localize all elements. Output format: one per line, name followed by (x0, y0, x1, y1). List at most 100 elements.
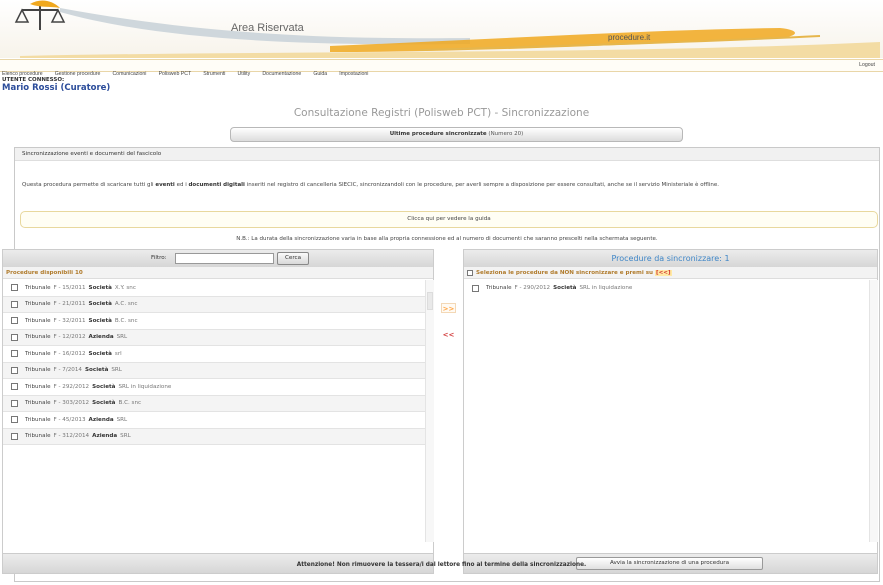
item-number: F - 16/2012 (53, 350, 86, 357)
section-header: Sincronizzazione eventi e documenti del … (15, 148, 879, 161)
warning-text: Attenzione! Non rimuovere la tessera/i d… (296, 562, 587, 568)
item-number: F - 312/2014 (53, 433, 90, 440)
list-item[interactable]: Tribunale F - 32/2011 Società B.C. snc (3, 313, 425, 330)
available-procedures-header: Procedure disponibili 10 (3, 267, 433, 279)
description-text: Questa procedura permette di scaricare t… (22, 182, 156, 188)
checkbox[interactable] (11, 432, 18, 440)
list-item[interactable]: Tribunale F - 312/2014 Azienda SRL (3, 428, 425, 445)
search-button[interactable]: Cerca (277, 252, 309, 265)
item-kind: Azienda (88, 334, 114, 341)
scales-logo-icon (14, 0, 66, 30)
item-kind: Società (88, 284, 112, 291)
item-number: F - 32/2011 (53, 317, 86, 324)
item-kind: Società (553, 285, 577, 292)
checkbox[interactable] (11, 366, 18, 374)
menu-item-documentazione[interactable]: Documentazione (262, 71, 301, 77)
description-eventi: eventi (155, 182, 175, 188)
menu-item-strumenti[interactable]: Strumenti (203, 71, 225, 77)
item-tribunal: Tribunale (25, 334, 51, 341)
item-number: F - 290/2012 (514, 285, 551, 292)
checkbox[interactable] (11, 300, 18, 308)
item-tribunal: Tribunale (25, 400, 51, 407)
select-all-row[interactable]: Seleziona le procedure da NON sincronizz… (464, 267, 877, 279)
last-synced-label: Ultime procedure sincronizzate (389, 131, 487, 137)
list-item[interactable]: Tribunale F - 290/2012 Società SRL in liqui… (464, 280, 869, 297)
description-text: inseriti nel registro di cancelleria SIE… (244, 182, 720, 188)
item-number: F - 15/2011 (53, 284, 86, 291)
checkbox[interactable] (11, 416, 18, 424)
selected-procedures-list: Tribunale F - 290/2012 Società SRL in liqui… (464, 280, 869, 542)
move-left-button[interactable]: << (441, 330, 456, 340)
item-kind: Società (88, 301, 112, 308)
item-number: F - 7/2014 (53, 367, 82, 374)
item-name: SRL (116, 334, 128, 341)
remove-shortcut-link[interactable]: [<<] (655, 269, 672, 276)
item-name: B.C. snc (118, 400, 142, 407)
item-name: X.Y. snc (114, 284, 136, 291)
list-item[interactable]: Tribunale F - 15/2011 Società X.Y. snc (3, 280, 425, 297)
item-kind: Società (85, 367, 109, 374)
checkbox[interactable] (11, 399, 18, 407)
item-kind: Azienda (88, 416, 114, 423)
main-menu: Elenco procedure Gestione procedure Comu… (0, 59, 883, 77)
menu-item-comunicazioni[interactable]: Comunicazioni (112, 71, 146, 77)
move-right-button[interactable]: >> (441, 303, 456, 313)
checkbox[interactable] (11, 284, 18, 292)
item-name: SRL (120, 433, 131, 440)
item-name: SRL in liquidazione (579, 285, 633, 292)
list-item[interactable]: Tribunale F - 45/2013 Azienda SRL (3, 412, 425, 429)
item-kind: Società (92, 400, 116, 407)
scrollbar-thumb[interactable] (427, 292, 433, 310)
selected-procedures-title: Procedure da sincronizzare: 1 (464, 250, 877, 267)
menu-item-impostazioni[interactable]: Impostazioni (339, 71, 368, 77)
list-item[interactable]: Tribunale F - 16/2012 Società srl (3, 346, 425, 363)
header-swoosh-graphic (20, 8, 880, 58)
item-tribunal: Tribunale (486, 285, 512, 292)
item-name: SRL (116, 416, 128, 423)
description-documenti: documenti digitali (188, 182, 245, 188)
selected-procedures-panel: Procedure da sincronizzare: 1 Seleziona … (463, 249, 878, 574)
checkbox[interactable] (11, 317, 18, 325)
checkbox[interactable] (11, 383, 18, 391)
header-banner: Area Riservata procedure.it (0, 0, 883, 58)
last-synced-count: (Numero 20) (488, 131, 524, 137)
item-kind: Azienda (92, 433, 118, 440)
item-name: srl (114, 350, 122, 357)
menu-item-utility[interactable]: Utility (238, 71, 251, 77)
item-kind: Società (88, 317, 112, 324)
section-description: Questa procedura permette di scaricare t… (22, 181, 862, 189)
list-item[interactable]: Tribunale F - 303/2012 Società B.C. snc (3, 395, 425, 412)
filter-input[interactable] (175, 253, 274, 264)
right-list-scrollbar[interactable] (869, 280, 878, 542)
user-name: Mario Rossi (Curatore) (2, 83, 111, 93)
left-list-scrollbar[interactable] (425, 280, 434, 542)
list-item[interactable]: Tribunale F - 12/2012 Azienda SRL (3, 329, 425, 346)
select-all-checkbox[interactable] (467, 269, 473, 276)
list-item[interactable]: Tribunale F - 7/2014 Società SRL (3, 362, 425, 379)
item-number: F - 45/2013 (53, 416, 86, 423)
duration-note: N.B.: La durata della sincronizzazione v… (236, 236, 658, 242)
logout-link[interactable]: Logout (859, 60, 875, 71)
page-title: Consultazione Registri (Polisweb PCT) - … (293, 107, 590, 119)
list-item[interactable]: Tribunale F - 21/2011 Società A.C. snc (3, 296, 425, 313)
item-tribunal: Tribunale (25, 383, 51, 390)
item-tribunal: Tribunale (25, 317, 51, 324)
checkbox[interactable] (472, 284, 479, 292)
description-text: ed i (174, 182, 189, 188)
item-kind: Società (88, 350, 112, 357)
checkbox[interactable] (11, 333, 18, 341)
last-synced-button[interactable]: Ultime procedure sincronizzate (Numero 2… (230, 127, 683, 142)
filter-label: Filtro: (151, 255, 167, 261)
menu-item-polisweb-pct[interactable]: Polisweb PCT (159, 71, 192, 77)
item-tribunal: Tribunale (25, 416, 51, 423)
filter-bar: Filtro: Cerca (3, 250, 433, 267)
guide-button[interactable]: Clicca qui per vedere la guida (20, 211, 878, 228)
item-name: SRL (111, 367, 122, 374)
menu-item-guida[interactable]: Guida (313, 71, 327, 77)
checkbox[interactable] (11, 350, 18, 358)
item-tribunal: Tribunale (25, 367, 51, 374)
item-tribunal: Tribunale (25, 433, 51, 440)
item-name: A.C. snc (114, 301, 138, 308)
available-procedures-panel: Filtro: Cerca Procedure disponibili 10 T… (2, 249, 434, 574)
list-item[interactable]: Tribunale F - 292/2012 Società SRL in liqui… (3, 379, 425, 396)
